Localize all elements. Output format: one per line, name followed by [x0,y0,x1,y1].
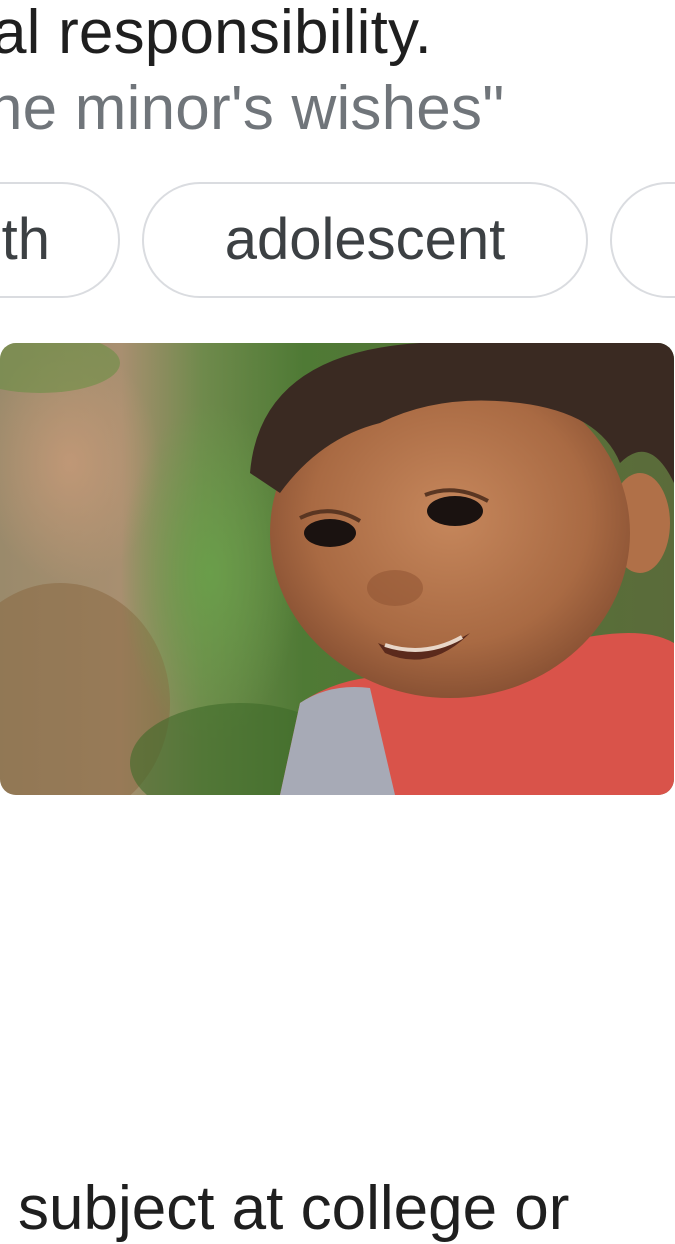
chip-adolescent[interactable]: adolescent [142,182,588,298]
example-sentence: he minor's wishes" [0,74,505,143]
related-terms-chips: th adolescent [0,182,675,304]
child-photo [0,343,674,795]
chip-related-term-1[interactable]: th [0,182,120,298]
definition-text: al responsibility. [0,0,433,67]
next-result-snippet: subject at college or [18,1174,570,1243]
chip-related-term-3[interactable] [610,182,675,298]
result-image-thumbnail[interactable] [0,343,674,795]
